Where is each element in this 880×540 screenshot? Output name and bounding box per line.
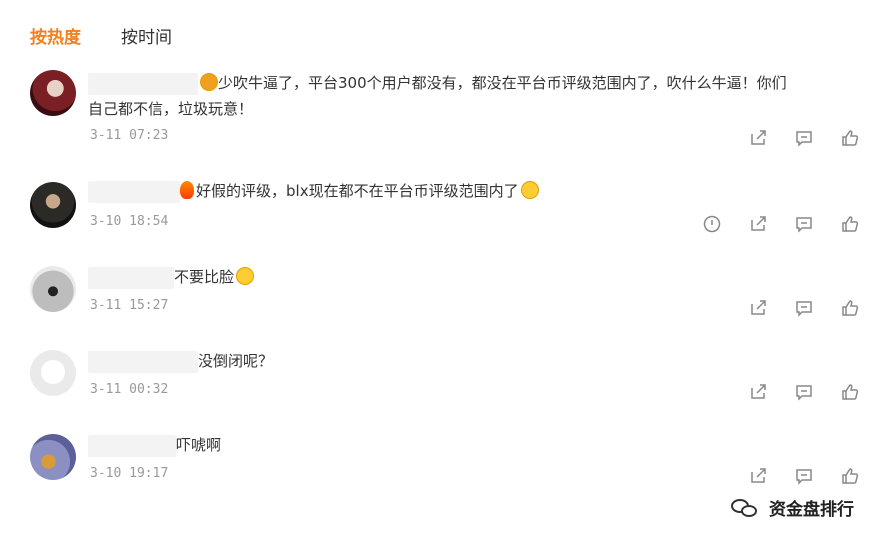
like-icon[interactable]: [840, 466, 860, 486]
fire-icon: [180, 181, 194, 199]
like-icon[interactable]: [840, 382, 860, 402]
avatar-default[interactable]: [30, 350, 76, 396]
comment-text: 不要比脸: [174, 268, 235, 286]
comment-time: 3-10 19:17: [90, 466, 169, 481]
share-icon[interactable]: [748, 466, 768, 486]
comment-time: 3-10 18:54: [90, 214, 169, 229]
username-redacted[interactable]: [88, 266, 174, 289]
comment-icon[interactable]: [794, 466, 814, 486]
comment-icon[interactable]: [794, 214, 814, 234]
comment-text: 少吹牛逼了，平台300个用户都没有，都没在平台币评级范围内了，吹什么牛逼！你们: [218, 74, 787, 92]
laughing-emoji-icon: [520, 181, 539, 199]
share-icon[interactable]: [748, 214, 768, 234]
username-redacted[interactable]: [88, 72, 198, 95]
comment-actions: [748, 466, 860, 486]
share-icon[interactable]: [748, 298, 768, 318]
username-redacted[interactable]: [88, 350, 198, 373]
watermark: 资金盘排行: [731, 495, 854, 520]
comment-text-continued: 自己都不信，垃圾玩意！: [88, 100, 254, 118]
thinking-emoji-icon: [236, 267, 255, 285]
report-icon[interactable]: [702, 214, 722, 234]
avatar[interactable]: [30, 434, 76, 480]
comment-time: 3-11 15:27: [90, 298, 169, 313]
wechat-icon: [731, 497, 761, 519]
comment-time: 3-11 00:32: [90, 382, 169, 397]
comment-actions: [748, 128, 860, 148]
like-icon[interactable]: [840, 128, 860, 148]
sort-tabs: 按热度 按时间: [30, 20, 172, 50]
like-icon[interactable]: [840, 298, 860, 318]
comment-item: 少吹牛逼了，平台300个用户都没有，都没在平台币评级范围内了，吹什么牛逼！你们 …: [30, 70, 870, 150]
tab-by-heat[interactable]: 按热度: [30, 23, 81, 48]
emoji-icon: [200, 73, 218, 91]
comment-actions: [748, 298, 860, 318]
comment-actions: [748, 382, 860, 402]
comment-item: 没倒闭呢？ 3-11 00:32: [30, 348, 870, 408]
comment-text: 没倒闭呢？: [198, 352, 274, 370]
username-redacted[interactable]: [88, 434, 176, 457]
comment-actions: [702, 214, 860, 234]
comment-icon[interactable]: [794, 128, 814, 148]
avatar[interactable]: [30, 70, 76, 116]
comment-text: 吓唬啊: [176, 436, 222, 454]
comment-item: 好假的评级，blx现在都不在平台币评级范围内了 3-10 18:54: [30, 178, 870, 238]
watermark-text: 资金盘排行: [769, 500, 854, 520]
avatar[interactable]: [30, 182, 76, 228]
comment-text: 好假的评级，blx现在都不在平台币评级范围内了: [196, 182, 519, 200]
comment-item: 吓唬啊 3-10 19:17: [30, 432, 870, 492]
share-icon[interactable]: [748, 128, 768, 148]
username-redacted[interactable]: [88, 180, 180, 203]
like-icon[interactable]: [840, 214, 860, 234]
comment-icon[interactable]: [794, 382, 814, 402]
avatar[interactable]: [30, 266, 76, 312]
comment-time: 3-11 07:23: [90, 128, 169, 143]
tab-by-time[interactable]: 按时间: [121, 23, 172, 48]
comment-icon[interactable]: [794, 298, 814, 318]
comment-item: 不要比脸 3-11 15:27: [30, 264, 870, 324]
share-icon[interactable]: [748, 382, 768, 402]
